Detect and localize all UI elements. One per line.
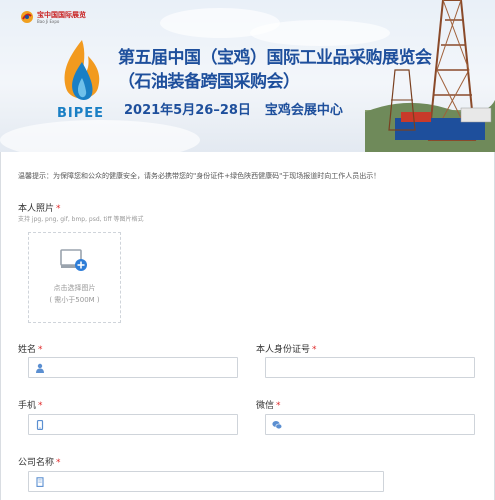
company-label: 公司名称 * xyxy=(18,455,61,468)
required-mark: * xyxy=(56,458,61,468)
event-venue: 宝鸡会展中心 xyxy=(264,103,343,118)
wechat-icon xyxy=(272,421,282,430)
phone-field[interactable] xyxy=(28,414,238,435)
wechat-field[interactable] xyxy=(265,414,475,435)
photo-upload-area[interactable]: 点击选择图片 ( 需小于500M ) xyxy=(28,232,121,323)
company-field[interactable] xyxy=(28,471,384,492)
id-number-label-text: 本人身份证号 xyxy=(256,345,311,355)
company-icon xyxy=(36,477,44,487)
event-date-venue: 2021年5月26–28日 宝鸡会展中心 xyxy=(124,99,343,118)
required-mark: * xyxy=(56,204,61,214)
id-number-field[interactable] xyxy=(265,357,475,378)
registration-form xyxy=(0,152,495,500)
upload-text: 点击选择图片 xyxy=(53,284,96,292)
wechat-label: 微信 * xyxy=(256,398,281,411)
name-field[interactable] xyxy=(28,357,238,378)
name-label-text: 姓名 xyxy=(18,345,37,355)
organizer-logo: 宝中国国际展览 Bao Ji Expo xyxy=(20,10,86,24)
event-date: 2021年5月26–28日 xyxy=(124,103,251,118)
phone-label: 手机 * xyxy=(18,398,43,411)
company-input[interactable] xyxy=(49,474,379,489)
wechat-input[interactable] xyxy=(286,417,470,432)
bipee-wordmark: BIPEE xyxy=(57,106,105,121)
organizer-mark-icon xyxy=(21,11,33,23)
upload-limit: ( 需小于500M ) xyxy=(49,296,100,304)
oil-rig-illustration xyxy=(365,0,495,152)
health-notice: 温馨提示：为保障您和公众的健康安全，请务必携带您的"身份证件+绿色陕西健康码"于… xyxy=(18,172,381,180)
organizer-logo-en: Bao Ji Expo xyxy=(37,18,60,24)
required-mark: * xyxy=(38,345,43,355)
id-number-label: 本人身份证号 * xyxy=(256,342,317,355)
user-icon xyxy=(36,363,44,373)
photo-format-hint: 支持 jpg, png, gif, bmp, psd, tiff 等图片格式 xyxy=(18,216,144,223)
event-banner: 宝中国国际展览 Bao Ji Expo BIPEE 第五届中国（宝鸡）国际工业品… xyxy=(0,0,495,152)
company-label-text: 公司名称 xyxy=(18,458,55,468)
phone-label-text: 手机 xyxy=(18,401,37,411)
required-mark: * xyxy=(38,401,43,411)
phone-input[interactable] xyxy=(49,417,233,432)
mobile-icon xyxy=(36,420,44,430)
photo-label-text: 本人照片 xyxy=(18,204,55,214)
image-upload-icon xyxy=(60,249,87,271)
required-mark: * xyxy=(312,345,317,355)
id-number-input[interactable] xyxy=(272,360,470,375)
required-mark: * xyxy=(276,401,281,411)
registration-page: 宝中国国际展览 Bao Ji Expo BIPEE 第五届中国（宝鸡）国际工业品… xyxy=(0,0,495,500)
organizer-logo-cn: 宝中国国际展览 xyxy=(37,10,86,19)
wechat-label-text: 微信 xyxy=(256,401,275,411)
photo-label: 本人照片 * xyxy=(18,201,61,214)
name-label: 姓名 * xyxy=(18,342,43,355)
event-title-line2: （石油装备跨国采购会） xyxy=(118,72,300,92)
name-input[interactable] xyxy=(49,360,233,375)
